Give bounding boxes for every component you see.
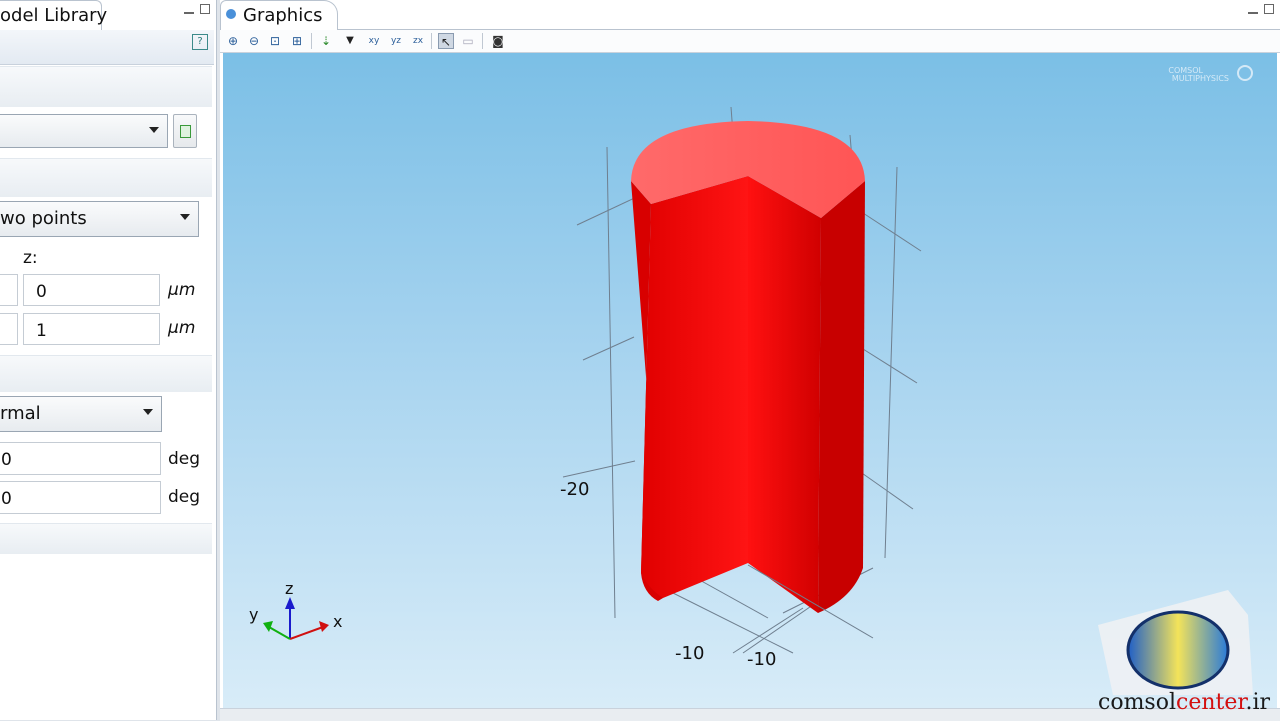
graphics-toolbar: ⊕ ⊖ ⊡ ⊞ ⇣ ▼ xy yz zx ↖ ▭ ◙: [220, 30, 1280, 53]
graphics-window-controls: [1242, 4, 1274, 17]
section-header-more[interactable]: [0, 523, 212, 554]
comsol-logo-icon: [1237, 65, 1253, 81]
triad-x-label: x: [333, 612, 342, 631]
toolbar-separator: [431, 33, 432, 49]
select-icon[interactable]: ↖: [438, 33, 454, 49]
paste-selection-button[interactable]: [173, 114, 197, 148]
x-axis-tick-label: -10: [675, 643, 704, 664]
graphics-icon: [226, 9, 236, 19]
angle-unit-0: deg: [168, 449, 201, 469]
angle-field-1[interactable]: 0: [0, 481, 161, 514]
svg-text:MULTIPHYSICS: MULTIPHYSICS: [1172, 74, 1229, 83]
view-xy-icon[interactable]: xy: [366, 33, 382, 49]
position-combo[interactable]: wo points: [0, 201, 199, 237]
zoom-out-icon[interactable]: ⊖: [246, 33, 262, 49]
y-field-1[interactable]: [0, 313, 18, 345]
z-label: z:: [23, 248, 38, 268]
angle-unit-1: deg: [168, 487, 201, 507]
selection-combo[interactable]: [0, 114, 168, 148]
y-field-0[interactable]: [0, 274, 18, 306]
scene-light-icon[interactable]: ▭: [460, 33, 476, 49]
model-library-tab[interactable]: odel Library: [0, 0, 107, 30]
length-unit-1: µm: [168, 318, 196, 338]
cylinder-geometry[interactable]: [631, 121, 865, 613]
left-window-controls: [178, 4, 210, 17]
graphics-tab[interactable]: Graphics: [220, 0, 338, 30]
y-axis-tick-label: -10: [747, 649, 776, 670]
view-yz-icon[interactable]: yz: [388, 33, 404, 49]
section-header-axis[interactable]: [0, 355, 212, 392]
section-header-position[interactable]: [0, 158, 212, 197]
section-header-selection[interactable]: [0, 66, 212, 107]
angle-field-0[interactable]: 0: [0, 442, 161, 475]
triad-z-label: z: [285, 579, 293, 598]
z-field-0[interactable]: 0: [23, 274, 160, 306]
minimize-icon[interactable]: [184, 8, 194, 14]
paste-icon: [180, 125, 191, 138]
maximize-icon[interactable]: [1264, 4, 1274, 14]
graphics-tab-label: Graphics: [243, 5, 323, 26]
comsol-logo: COMSOL MULTIPHYSICS: [1168, 65, 1253, 83]
view-axis-icon[interactable]: ⇣: [318, 33, 334, 49]
left-toolbar: ?: [0, 30, 214, 65]
length-unit-0: µm: [168, 280, 196, 300]
axis-type-combo[interactable]: rmal: [0, 396, 162, 432]
toolbar-separator: [482, 33, 483, 49]
z-axis-tick-label: -20: [560, 479, 589, 500]
minimize-icon[interactable]: [1248, 8, 1258, 14]
view-zx-icon[interactable]: zx: [410, 33, 426, 49]
zoom-extents-icon[interactable]: ⊞: [289, 33, 305, 49]
maximize-icon[interactable]: [200, 4, 210, 14]
chevron-down-icon: [143, 409, 153, 415]
triad-y-label: y: [249, 605, 258, 624]
help-icon[interactable]: ?: [192, 34, 208, 50]
chevron-down-icon: [180, 214, 190, 220]
z-field-1[interactable]: 1: [23, 313, 160, 345]
chevron-down-icon: [149, 127, 159, 133]
zoom-in-icon[interactable]: ⊕: [225, 33, 241, 49]
settings-panel: odel Library ? wo points z: 0 µm 1 µm rm…: [0, 0, 217, 720]
camera-icon[interactable]: ◙: [490, 33, 506, 49]
axis-triad: z x y: [249, 579, 342, 640]
model-library-tab-label: odel Library: [0, 5, 108, 26]
watermark-text: comsolcenter.ir: [1098, 690, 1271, 715]
dropdown-icon[interactable]: ▼: [342, 33, 358, 49]
zoom-box-icon[interactable]: ⊡: [267, 33, 283, 49]
toolbar-separator: [311, 33, 312, 49]
